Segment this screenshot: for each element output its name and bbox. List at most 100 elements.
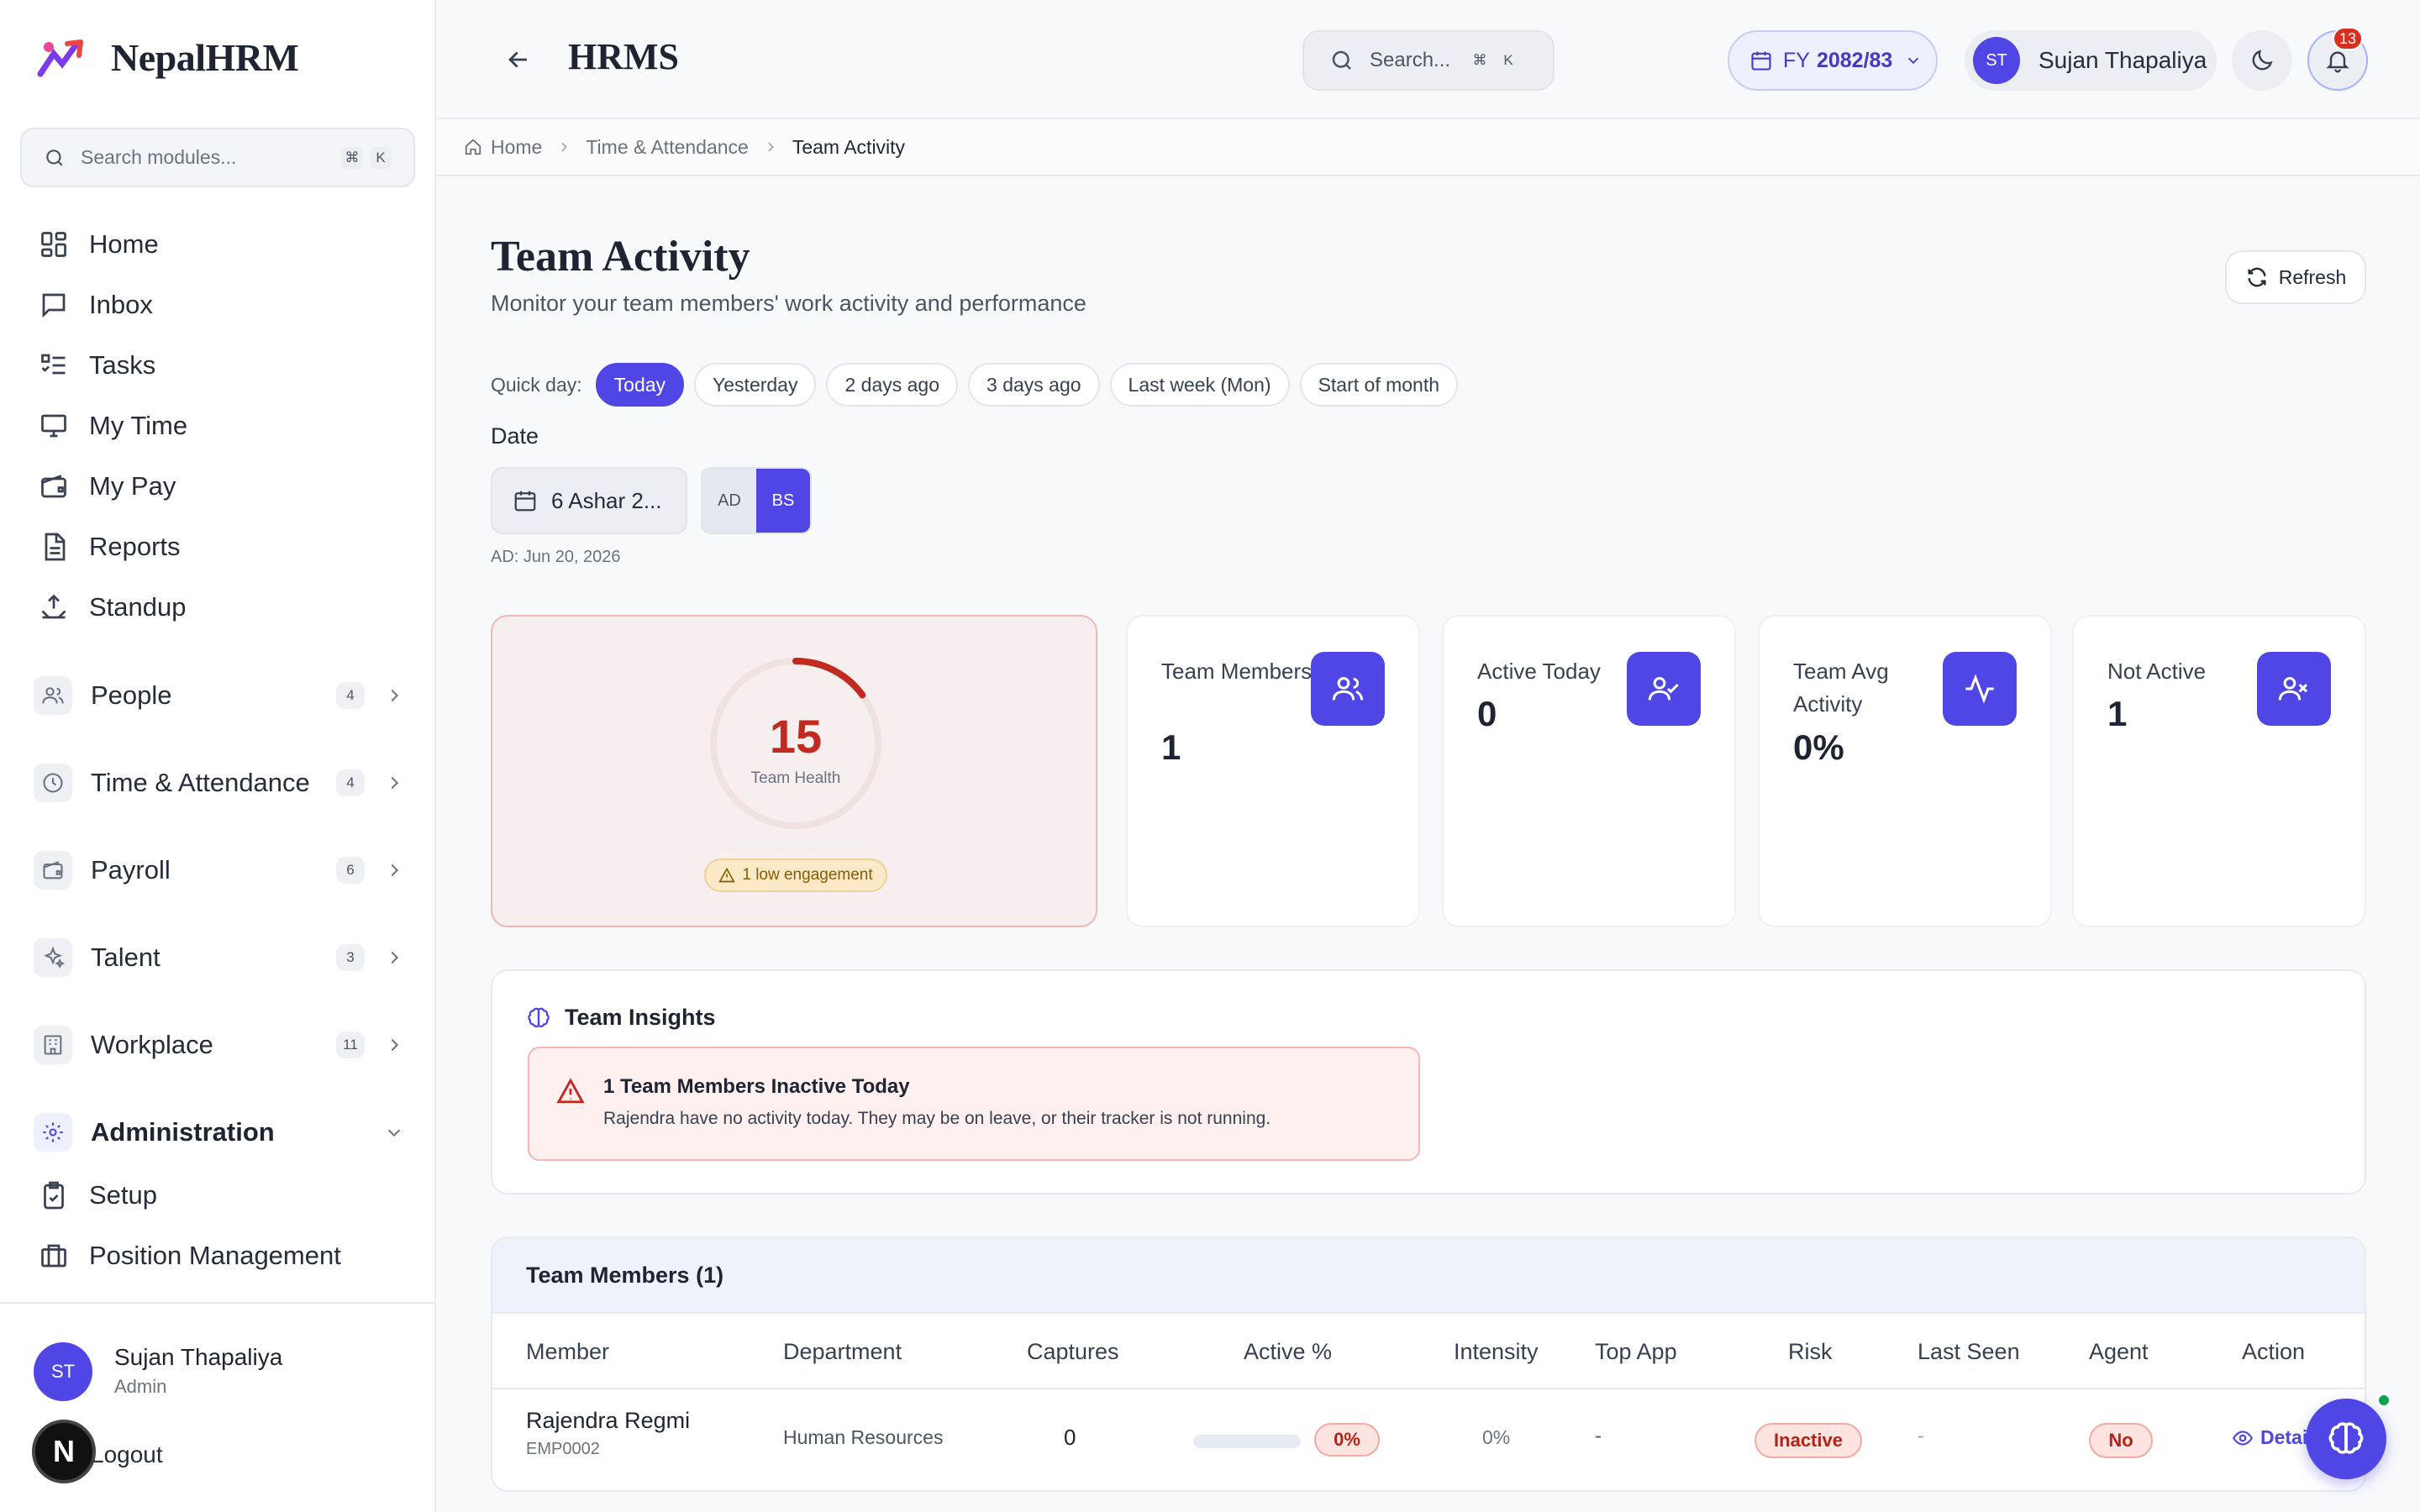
- message-icon: [39, 290, 69, 320]
- column-active-pct[interactable]: Active %: [1244, 1339, 1332, 1365]
- stat-value: 1: [1161, 727, 1181, 767]
- sidebar-group-people[interactable]: People 4: [34, 672, 403, 719]
- sidebar-item-setup[interactable]: Setup: [39, 1176, 157, 1215]
- brand-name: NepalHRM: [111, 36, 299, 79]
- quick-day-3-days-ago[interactable]: 3 days ago: [968, 363, 1100, 407]
- member-intensity: 0%: [1482, 1426, 1511, 1448]
- stat-label: Active Today: [1477, 659, 1601, 684]
- chevron-right-icon: [385, 686, 403, 705]
- kbd-k: K: [370, 146, 392, 169]
- sidebar-item-tasks[interactable]: Tasks: [39, 346, 155, 385]
- refresh-label: Refresh: [2278, 265, 2347, 288]
- assistant-fab-button[interactable]: [2306, 1399, 2386, 1479]
- user-menu[interactable]: ST Sujan Thapaliya: [1965, 30, 2217, 91]
- quick-day-today[interactable]: Today: [595, 363, 685, 407]
- sidebar-item-reports[interactable]: Reports: [39, 528, 181, 566]
- sidebar-item-label: Tasks: [89, 350, 156, 380]
- sidebar-item-inbox[interactable]: Inbox: [39, 286, 153, 324]
- sidebar-group-workplace[interactable]: Workplace 11: [34, 1021, 403, 1068]
- grid-icon: [39, 229, 69, 260]
- stat-value: 0%: [1793, 727, 1844, 767]
- global-search-input[interactable]: Search... ⌘ K: [1302, 30, 1555, 91]
- sidebar-item-label: Inbox: [89, 290, 153, 319]
- module-search-input[interactable]: Search modules... ⌘ K: [20, 128, 415, 187]
- sidebar-group-label: Workplace: [91, 1030, 213, 1059]
- sidebar-item-my-pay[interactable]: My Pay: [39, 467, 176, 506]
- calendar-ad-option[interactable]: AD: [702, 469, 756, 533]
- column-department[interactable]: Department: [783, 1339, 902, 1365]
- fiscal-year-selector[interactable]: FY 2082/83: [1728, 30, 1938, 91]
- refresh-button[interactable]: Refresh: [2225, 250, 2366, 304]
- detail-link[interactable]: Detail: [2232, 1426, 2313, 1449]
- table-row[interactable]: Rajendra Regmi EMP0002 Human Resources 0…: [492, 1391, 2365, 1490]
- users-icon: [34, 676, 72, 715]
- bell-icon: [2324, 47, 2351, 74]
- column-last-seen[interactable]: Last Seen: [1918, 1339, 2020, 1365]
- chevron-right-icon: [764, 140, 777, 154]
- sidebar-item-standup[interactable]: Standup: [39, 588, 187, 627]
- ad-date-note: AD: Jun 20, 2026: [491, 548, 621, 566]
- quick-day-start-of-month[interactable]: Start of month: [1299, 363, 1459, 407]
- sidebar-group-talent[interactable]: Talent 3: [34, 934, 403, 981]
- avatar[interactable]: ST: [34, 1342, 92, 1401]
- member-name[interactable]: Rajendra Regmi: [526, 1408, 690, 1434]
- quick-day-last-week[interactable]: Last week (Mon): [1109, 363, 1290, 407]
- back-arrow-icon[interactable]: [504, 45, 533, 74]
- page-subtitle: Monitor your team members' work activity…: [491, 291, 1086, 316]
- team-members-title: Team Members (1): [492, 1238, 2365, 1314]
- framework-badge-icon[interactable]: N: [32, 1420, 96, 1483]
- sidebar-item-label: Position Management: [89, 1241, 341, 1270]
- stat-label: Not Active: [2107, 659, 2207, 684]
- notifications-button[interactable]: 13: [2307, 27, 2368, 91]
- briefcase-icon: [39, 1241, 69, 1271]
- refresh-icon: [2245, 265, 2269, 289]
- warning-icon: [718, 867, 736, 884]
- activity-icon: [1943, 652, 2017, 726]
- sidebar-item-label: Standup: [89, 592, 187, 622]
- theme-toggle-button[interactable]: [2232, 30, 2292, 91]
- building-icon: [34, 1026, 72, 1064]
- breadcrumb-home[interactable]: Home: [491, 136, 542, 159]
- sidebar-group-administration[interactable]: Administration: [34, 1109, 403, 1156]
- column-top-app[interactable]: Top App: [1595, 1339, 1677, 1365]
- column-member[interactable]: Member: [526, 1339, 609, 1365]
- notification-count: 13: [2333, 27, 2363, 50]
- page-title: Team Activity: [491, 233, 750, 281]
- sidebar-group-payroll[interactable]: Payroll 6: [34, 847, 403, 894]
- search-placeholder: Search modules...: [81, 146, 237, 168]
- moon-icon: [2249, 47, 2275, 74]
- sidebar: NepalHRM Search modules... ⌘ K Home Inbo…: [0, 0, 436, 1512]
- sidebar-item-home[interactable]: Home: [39, 225, 159, 264]
- member-last-seen: -: [1918, 1425, 1924, 1447]
- fy-value: 2082/83: [1816, 48, 1893, 72]
- sidebar-item-label: My Pay: [89, 471, 176, 501]
- sidebar-group-label: Time & Attendance: [91, 768, 310, 797]
- calendar-bs-option[interactable]: BS: [756, 469, 810, 533]
- count-badge: 3: [336, 944, 365, 971]
- chevron-down-icon: [1904, 51, 1923, 70]
- clipboard-check-icon: [39, 1180, 69, 1210]
- quick-day-yesterday[interactable]: Yesterday: [694, 363, 817, 407]
- monitor-icon: [39, 411, 69, 441]
- team-insights-header: Team Insights: [526, 1005, 716, 1031]
- brand[interactable]: NepalHRM: [34, 35, 299, 80]
- column-action[interactable]: Action: [2242, 1339, 2305, 1365]
- low-engagement-badge[interactable]: 1 low engagement: [704, 858, 887, 892]
- date-picker[interactable]: 6 Ashar 2...: [491, 467, 687, 534]
- quick-day-2-days-ago[interactable]: 2 days ago: [826, 363, 959, 407]
- file-text-icon: [39, 532, 69, 562]
- sidebar-group-time-attendance[interactable]: Time & Attendance 4: [34, 759, 403, 806]
- column-risk[interactable]: Risk: [1788, 1339, 1833, 1365]
- column-agent[interactable]: Agent: [2089, 1339, 2149, 1365]
- breadcrumb-time-attendance[interactable]: Time & Attendance: [586, 136, 748, 159]
- logout-button[interactable]: Logout: [91, 1441, 163, 1468]
- column-captures[interactable]: Captures: [1027, 1339, 1119, 1365]
- kbd-command: ⌘: [341, 146, 363, 169]
- online-status-dot: [2376, 1393, 2391, 1408]
- brain-icon: [2326, 1419, 2366, 1459]
- column-intensity[interactable]: Intensity: [1454, 1339, 1539, 1365]
- sidebar-item-position-management[interactable]: Position Management: [39, 1236, 341, 1275]
- sparkles-icon: [34, 938, 72, 977]
- calendar-icon: [1749, 49, 1773, 72]
- sidebar-item-my-time[interactable]: My Time: [39, 407, 187, 445]
